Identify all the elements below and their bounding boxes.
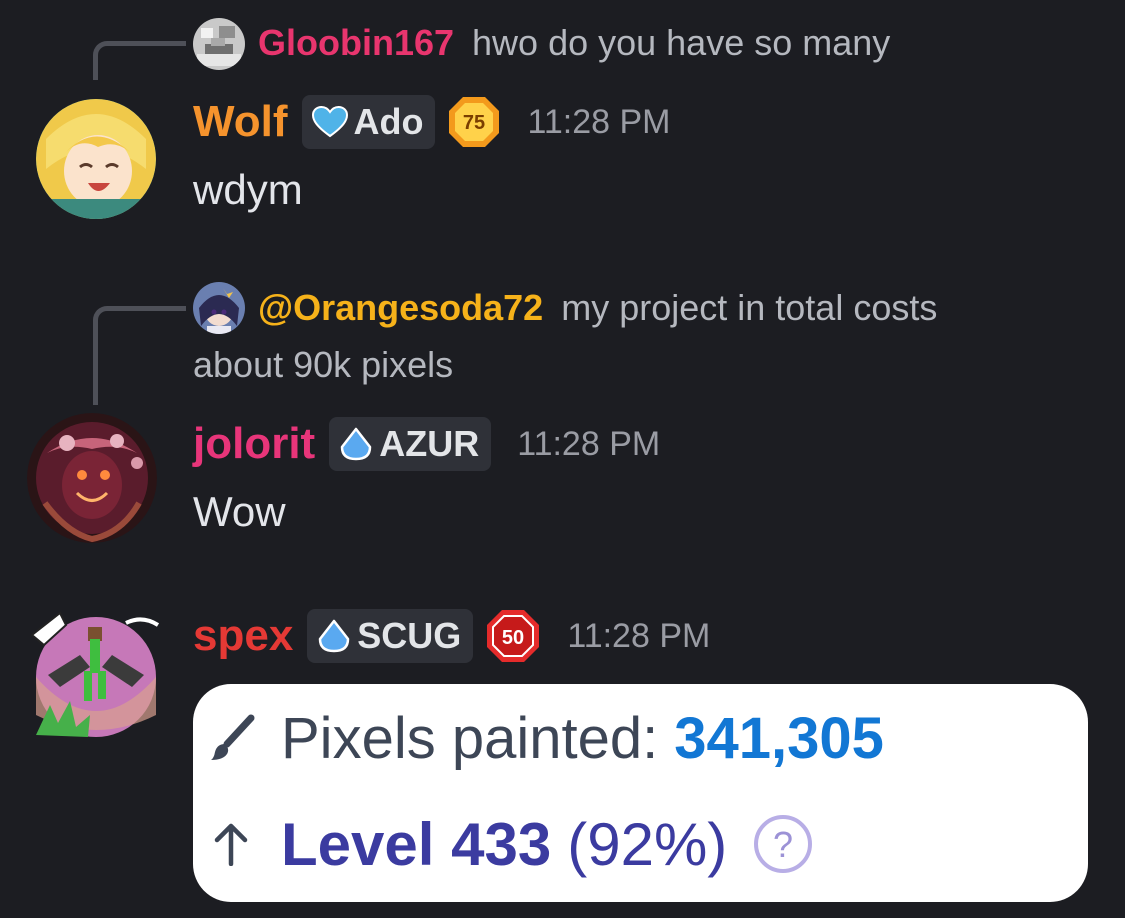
droplet-icon [339,427,373,461]
reply-text: hwo do you have so many [472,22,891,63]
tag-label: Ado [353,101,424,142]
message-header: jolorit AZUR 11:28 PM [193,416,660,472]
username[interactable]: jolorit [193,419,315,469]
username[interactable]: spex [193,611,293,661]
jolorit-avatar-icon[interactable] [27,413,157,543]
pixels-painted-row: Pixels painted: 341,305 [209,705,884,771]
timestamp: 11:28 PM [527,102,671,141]
reply-text-continued: about 90k pixels [193,344,453,386]
username[interactable]: Wolf [193,97,288,147]
reply-connector [93,306,186,405]
stats-image-card[interactable]: Pixels painted: 341,305 Level 433 (92%) … [193,684,1088,902]
tag-label: AZUR [379,423,480,464]
level-percent: (92%) [567,810,728,878]
timestamp: 11:28 PM [567,616,711,655]
pixels-label: Pixels painted: [281,705,659,771]
svg-text:75: 75 [463,112,485,134]
svg-text:?: ? [773,824,793,865]
heart-icon [311,106,348,138]
server-tag[interactable]: Ado [301,95,436,149]
question-icon[interactable]: ? [753,814,813,874]
gloobin-avatar-icon[interactable] [193,18,245,70]
droplet-icon [317,619,351,653]
reply-author[interactable]: @Orangesoda72 [258,287,543,329]
reply-text: about 90k pixels [193,344,454,385]
reply-preview[interactable]: @Orangesoda72 my project in total costs [258,287,937,329]
reply-connector [93,41,186,80]
level-label: Level 433 [281,810,552,878]
server-tag[interactable]: SCUG [307,609,474,663]
server-tag[interactable]: AZUR [329,417,492,471]
reply-preview[interactable]: Gloobin167 hwo do you have so many [258,22,890,64]
message-header: Wolf Ado 75 11:28 PM [193,94,671,150]
message-header: spex SCUG 50 11:28 PM [193,608,710,664]
reply-text: my project in total costs [561,287,938,328]
arrow-up-icon [211,822,251,866]
level-row: Level 433 (92%) ? [211,810,813,878]
reply-author[interactable]: Gloobin167 [258,22,454,64]
brush-icon [209,714,257,762]
orangesoda-avatar-icon[interactable] [193,282,245,334]
svg-text:50: 50 [502,627,524,649]
wolf-avatar-icon[interactable] [36,99,156,219]
message-text: Wow [193,488,286,535]
level-badge: 50 [485,608,541,664]
message-text: wdym [193,166,303,213]
level-badge: 75 [447,95,501,149]
timestamp: 11:28 PM [517,424,661,463]
spex-avatar-icon[interactable] [30,605,160,740]
tag-label: SCUG [357,615,462,656]
pixels-value: 341,305 [674,705,884,771]
